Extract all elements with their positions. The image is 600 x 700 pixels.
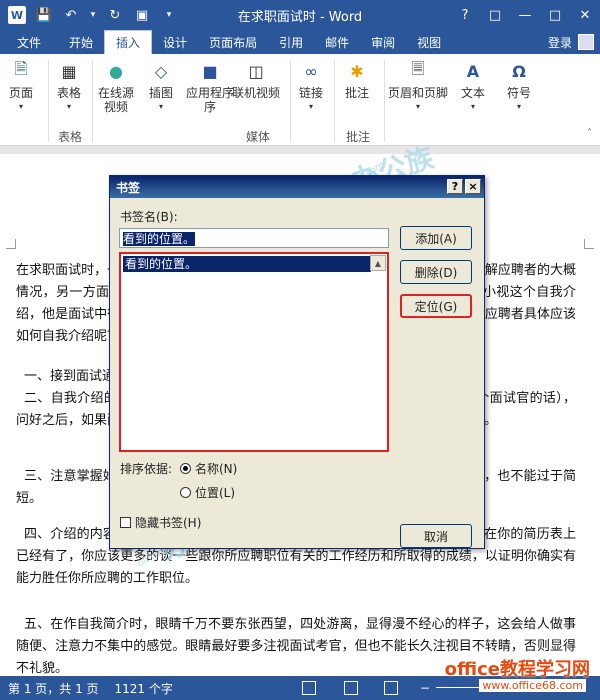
web-layout-icon[interactable] [384, 681, 398, 695]
tab-view[interactable]: 视图 [406, 30, 452, 54]
dialog-close-button[interactable]: × [465, 179, 481, 194]
tab-references[interactable]: 引用 [268, 30, 314, 54]
format-painter-icon[interactable]: ▣ [133, 6, 151, 24]
comment-icon: ✱ [350, 61, 364, 81]
table-icon: ▦ [61, 61, 77, 81]
group-label-media: 媒体 [246, 130, 271, 144]
text-icon: A [466, 61, 480, 81]
hidden-bookmarks-label: 隐藏书签(H) [135, 516, 202, 530]
links-button[interactable]: ∞ 链接 ▾ [298, 58, 324, 114]
bookmark-name-value: 看到的位置。 [123, 232, 196, 246]
read-mode-icon[interactable] [302, 681, 316, 695]
comment-button[interactable]: ✱ 批注 [344, 58, 370, 101]
ribbon-separator [92, 60, 93, 142]
maximize-icon[interactable]: □ [540, 0, 570, 30]
tab-layout[interactable]: 页面布局 [198, 30, 268, 54]
radio-dot [180, 487, 191, 498]
illustrations-icon: ◇ [154, 61, 168, 81]
dialog-title: 书签 [116, 180, 141, 195]
radio-dot [180, 463, 191, 474]
window-controls: ? □ — □ ✕ [450, 0, 600, 30]
redo-icon[interactable]: ↻ [106, 6, 124, 24]
cancel-button[interactable]: 取消 [400, 524, 472, 548]
close-icon[interactable]: ✕ [570, 0, 600, 30]
tab-insert[interactable]: 插入 [104, 30, 153, 54]
tab-home[interactable]: 开始 [58, 30, 104, 54]
scroll-up-icon[interactable]: ▲ [370, 255, 386, 271]
tab-file[interactable]: 文件 [0, 30, 59, 54]
symbol-button[interactable]: Ω 符号 ▾ [506, 58, 532, 114]
delete-button[interactable]: 删除(D) [400, 260, 472, 284]
checkbox-box [120, 517, 131, 528]
ribbon-separator [384, 60, 385, 142]
sort-by-location-label: 位置(L) [195, 486, 236, 500]
ribbon-display-icon[interactable]: □ [480, 0, 510, 30]
bookmark-list[interactable]: 看到的位置。 ▲ [119, 252, 389, 452]
word-count[interactable]: 1121 个字 [107, 680, 181, 697]
hidden-bookmarks-checkbox[interactable]: 隐藏书签(H) [120, 514, 201, 531]
ribbon-tabs: 文件 开始 插入 设计 页面布局 引用 邮件 审阅 视图 登录 [0, 30, 600, 54]
group-label-comments: 批注 [346, 130, 371, 144]
pages-icon: 🗎 [14, 58, 28, 78]
group-label-tables: 表格 [58, 130, 83, 144]
dialog-help-button[interactable]: ? [447, 179, 463, 194]
ribbon-separator [334, 60, 335, 142]
zoom-out-icon[interactable]: − [420, 681, 430, 695]
help-icon[interactable]: ? [450, 0, 480, 30]
pages-button[interactable]: 🗎 页面 ▾ [8, 58, 34, 114]
sort-by-name-radio[interactable]: 名称(N) [180, 460, 237, 477]
site-watermark-url: www.office68.com [479, 679, 586, 692]
minimize-icon[interactable]: — [510, 0, 540, 30]
save-icon[interactable]: 💾 [35, 6, 53, 24]
word-logo-icon: W [8, 6, 26, 24]
bookmark-dialog: 书签 ? × 书签名(B): 看到的位置。 看到的位置。 ▲ 添加(A) 删除(… [109, 175, 485, 549]
tab-mailings[interactable]: 邮件 [314, 30, 360, 54]
site-watermark: office教程学习网 [444, 659, 590, 680]
dialog-body: 书签名(B): 看到的位置。 看到的位置。 ▲ 添加(A) 删除(D) 定位(G… [110, 198, 484, 548]
text-button[interactable]: A 文本 ▾ [460, 58, 486, 114]
online-source-button[interactable]: ● 在线源 视频 [98, 58, 134, 115]
add-button[interactable]: 添加(A) [400, 226, 472, 250]
bookmark-list-item[interactable]: 看到的位置。 [123, 256, 371, 272]
header-footer-button[interactable]: 🗏 页眉和页脚 ▾ [388, 58, 448, 114]
video-icon: ◫ [248, 61, 264, 81]
sort-by-label: 排序依据: [120, 462, 173, 476]
customize-qat-icon[interactable]: ▾ [160, 6, 178, 24]
table-button[interactable]: ▦ 表格 ▾ [56, 58, 82, 114]
illustrations-button[interactable]: ◇ 插图 ▾ [148, 58, 174, 114]
tab-review[interactable]: 审阅 [360, 30, 406, 54]
user-icon[interactable] [578, 34, 594, 50]
online-source-icon: ● [109, 61, 123, 81]
page-corner-mark [584, 239, 594, 249]
goto-button[interactable]: 定位(G) [400, 294, 472, 318]
collapse-ribbon-icon[interactable]: ˄ [587, 128, 592, 139]
link-icon: ∞ [304, 61, 318, 81]
sort-by-name-label: 名称(N) [195, 462, 238, 476]
ribbon-separator [48, 60, 49, 142]
tab-design[interactable]: 设计 [152, 30, 198, 54]
bookmark-name-input[interactable]: 看到的位置。 [119, 228, 389, 248]
page-count[interactable]: 第 1 页，共 1 页 [0, 680, 107, 697]
apps-button[interactable]: ■ 应用程序 序 [186, 58, 234, 115]
undo-icon[interactable]: ↶ [62, 6, 80, 24]
dialog-title-buttons: ? × [447, 179, 481, 194]
login-link[interactable]: 登录 [548, 34, 572, 51]
online-video-button[interactable]: ◫ 联机视频 [232, 58, 280, 101]
ribbon-separator [290, 60, 291, 142]
header-footer-icon: 🗏 [411, 58, 425, 78]
apps-icon: ■ [202, 61, 218, 81]
print-layout-icon[interactable] [344, 681, 358, 695]
ribbon-insert: 🗎 页面 ▾ ▦ 表格 ▾ 表格 ● 在线源 视频 ◇ 插图 ▾ ■ 应用程序 … [0, 54, 600, 146]
title-bar: W 💾 ↶ ▾ ↻ ▣ ▾ 在求职面试时 - Word ? □ — □ ✕ [0, 0, 600, 30]
sort-by-location-radio[interactable]: 位置(L) [180, 484, 235, 501]
quick-access-toolbar: W 💾 ↶ ▾ ↻ ▣ ▾ [0, 6, 178, 24]
omega-icon: Ω [512, 61, 526, 81]
page-corner-mark [6, 239, 16, 249]
dialog-title-bar[interactable]: 书签 ? × [110, 176, 484, 198]
undo-dropdown-icon[interactable]: ▾ [89, 6, 97, 24]
bookmark-name-label: 书签名(B): [120, 210, 178, 224]
